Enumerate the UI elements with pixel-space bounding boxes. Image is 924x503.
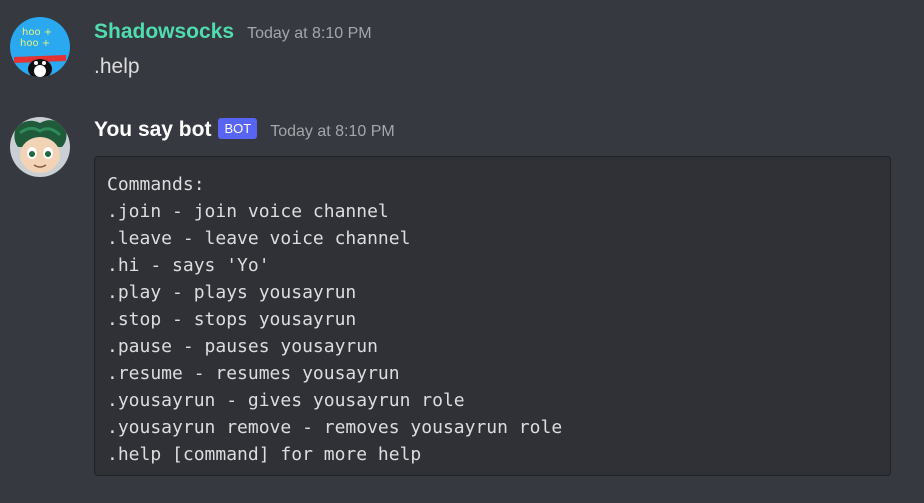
- code-line: .join - join voice channel: [107, 201, 389, 222]
- code-line: .resume - resumes yousayrun: [107, 363, 400, 384]
- bot-badge: BOT: [218, 117, 258, 139]
- code-line: .yousayrun remove - removes yousayrun ro…: [107, 417, 563, 438]
- message-header: You say bot BOT Today at 8:10 PM: [94, 117, 395, 142]
- message-content: .help: [94, 55, 140, 78]
- code-line: Commands:: [107, 174, 205, 195]
- code-line: .pause - pauses yousayrun: [107, 336, 378, 357]
- code-line: .play - plays yousayrun: [107, 282, 357, 303]
- code-line: .yousayrun - gives yousayrun role: [107, 390, 465, 411]
- code-line: .help [command] for more help: [107, 444, 422, 465]
- timestamp: Today at 8:10 PM: [247, 25, 372, 42]
- chat-messages: hoo + hoo + Shadowsocks Today at 8:10 PM…: [0, 0, 924, 503]
- svg-text:hoo +: hoo +: [20, 38, 50, 49]
- avatar-you-say-bot[interactable]: [10, 117, 70, 177]
- code-line: .stop - stops yousayrun: [107, 309, 357, 330]
- svg-text:hoo +: hoo +: [22, 27, 52, 38]
- username[interactable]: You say bot: [94, 118, 211, 142]
- timestamp: Today at 8:10 PM: [270, 123, 395, 140]
- code-line: .hi - says 'Yo': [107, 255, 270, 276]
- code-line: .leave - leave voice channel: [107, 228, 411, 249]
- username[interactable]: Shadowsocks: [94, 20, 234, 44]
- message-header: Shadowsocks Today at 8:10 PM: [94, 20, 372, 44]
- code-block: Commands: .join - join voice channel .le…: [94, 156, 891, 476]
- avatar-shadowsocks[interactable]: hoo + hoo +: [10, 17, 70, 77]
